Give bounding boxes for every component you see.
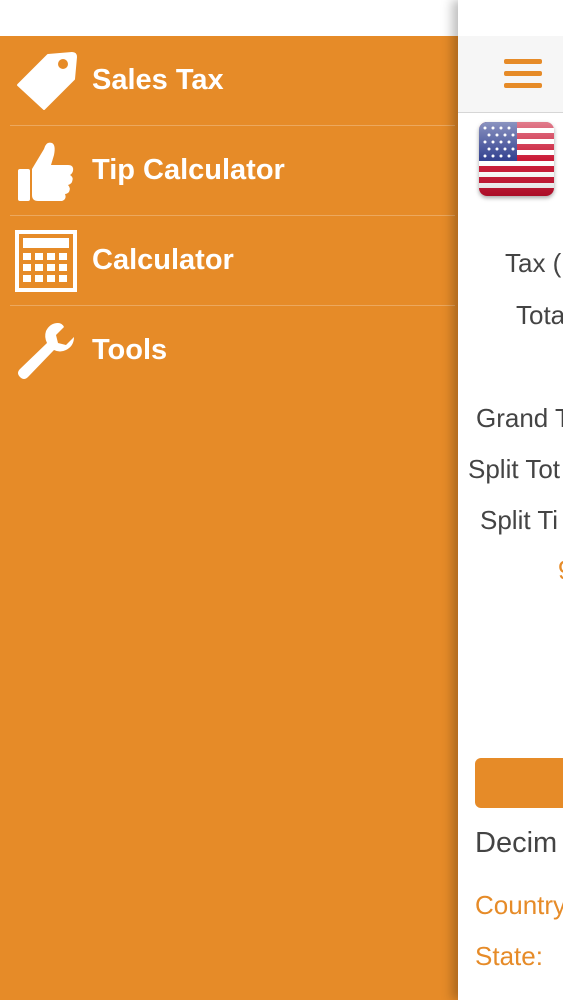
- us-flag-icon[interactable]: [479, 122, 554, 196]
- drawer-item-label: Tip Calculator: [92, 154, 285, 186]
- drawer-item-label: Calculator: [92, 244, 234, 276]
- drawer-item-calculator[interactable]: Calculator: [10, 216, 455, 305]
- calculator-icon: [12, 226, 80, 296]
- decimal-label: Decim: [475, 827, 558, 859]
- drawer-item-label: Sales Tax: [92, 64, 224, 96]
- grand-total-label: Grand T: [476, 403, 563, 433]
- tag-icon: [12, 46, 80, 116]
- country-label[interactable]: Country: [475, 890, 563, 921]
- hamburger-menu-icon[interactable]: [504, 59, 542, 91]
- state-label[interactable]: State:: [475, 941, 543, 972]
- drawer-item-tools[interactable]: Tools: [10, 306, 455, 395]
- main-content-panel: Tax ( Tota Grand T Split Tot Split Ti 9 …: [458, 0, 563, 1000]
- drawer-item-sales-tax[interactable]: Sales Tax: [10, 36, 455, 125]
- total-label: Tota: [516, 300, 563, 330]
- thumbs-up-icon: [12, 136, 80, 206]
- tax-label: Tax (: [505, 248, 562, 278]
- calculate-button[interactable]: [475, 758, 563, 808]
- main-status-strip: [458, 0, 563, 36]
- drawer-item-tip-calculator[interactable]: Tip Calculator: [10, 126, 455, 215]
- side-drawer: Sales Tax Tip Calculator Calculator Tool…: [0, 36, 458, 1000]
- drawer-item-label: Tools: [92, 334, 168, 366]
- split-total-label: Split Tot: [468, 454, 561, 484]
- orange-partial-text: 9: [558, 555, 563, 586]
- split-tip-label: Split Ti: [480, 505, 559, 535]
- wrench-icon: [12, 316, 80, 386]
